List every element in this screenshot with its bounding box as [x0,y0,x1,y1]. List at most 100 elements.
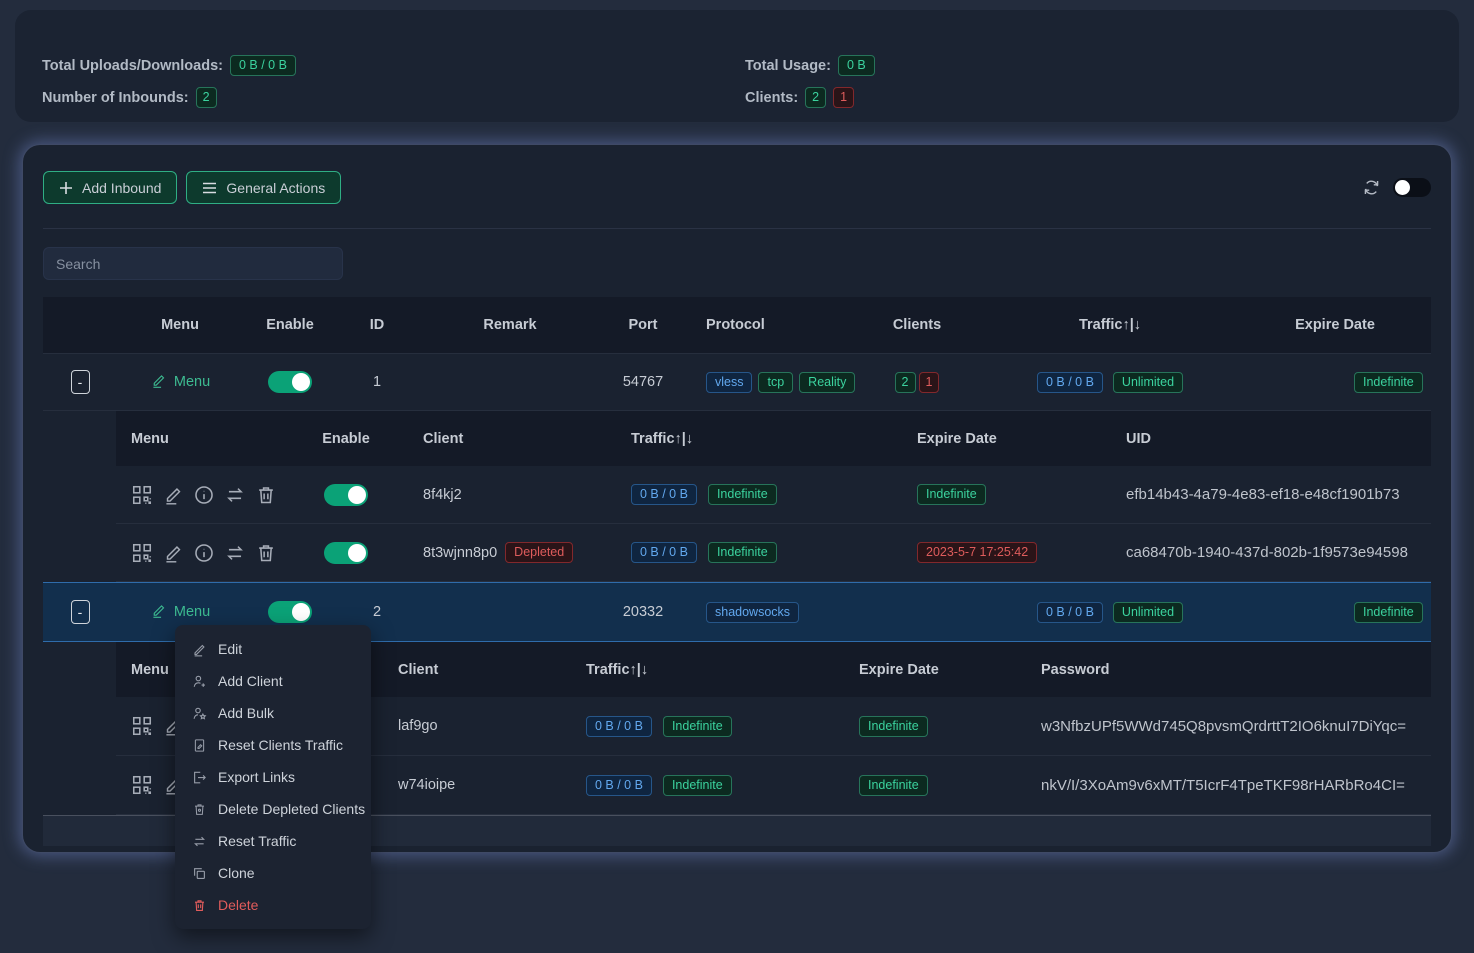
inbound-2-id: 2 [337,604,417,620]
stats-card: Total Uploads/Downloads: 0 B / 0 B Numbe… [15,10,1459,122]
inbounds-table-header: Menu Enable ID Remark Port Protocol Clie… [43,297,1431,354]
info-icon[interactable] [193,542,215,564]
inbound-1-client-table: Menu Enable Client Traffic↑|↓ Expire Dat… [116,411,1431,582]
plus-icon [59,181,73,195]
clients-label: Clients: [745,90,798,106]
qrcode-icon[interactable] [131,484,153,506]
edit-client-icon[interactable] [162,484,184,506]
delete-client-icon[interactable] [255,542,277,564]
stat-total-uploads-downloads: Total Uploads/Downloads: 0 B / 0 B [42,55,296,76]
inbound-2-menu-button[interactable]: Menu [150,602,210,623]
search-input[interactable] [43,247,343,280]
inbound-2-traffic: 0 B / 0 B Unlimited [981,602,1239,623]
context-menu-item-reset-clients-traffic[interactable]: Reset Clients Traffic [175,729,371,761]
client-row-8f4kj2[interactable]: 8f4kj2 0 B / 0 B Indefinite Indefinite e… [116,466,1431,524]
traffic-limit-badge: Indefinite [708,484,777,505]
inbound-1-enable-toggle[interactable] [268,371,312,393]
context-menu-item-edit[interactable]: Edit [175,633,371,665]
info-icon[interactable] [193,484,215,506]
users-add-icon [192,706,207,721]
context-menu-item-add-bulk[interactable]: Add Bulk [175,697,371,729]
inbound-1-protocol-tags: vless tcp Reality [683,372,853,393]
general-actions-button[interactable]: General Actions [186,171,341,204]
client-8f4kj2-traffic: 0 B / 0 B Indefinite [606,484,896,505]
stat-total-usage: Total Usage: 0 B [745,55,875,76]
client-header-uid: UID [1081,431,1431,447]
inbound-1-menu-button[interactable]: Menu [150,372,210,393]
user-add-icon [192,674,207,689]
header-clients: Clients [853,317,981,333]
qrcode-icon[interactable] [131,542,153,564]
qrcode-icon[interactable] [131,715,153,737]
copy-icon [192,866,207,881]
trash-icon [192,898,207,913]
context-menu-item-reset-traffic[interactable]: Reset Traffic [175,825,371,857]
context-menu-item-clone[interactable]: Clone [175,857,371,889]
reset-client-traffic-icon[interactable] [224,484,246,506]
edit-client-icon[interactable] [162,542,184,564]
inbound-row-1[interactable]: - Menu 1 54767 vless tcp Reality [43,354,1431,411]
client-laf9go-name: laf9go [364,718,574,734]
inbound-1-clients-active: 2 [895,372,916,393]
client-row-8t3wjnn8p0[interactable]: 8t3wjnn8p0 Depleted 0 B / 0 B Indefinite… [116,524,1431,582]
header-traffic-sortable[interactable]: Traffic↑|↓ [981,317,1239,333]
inbound-1-expire: Indefinite [1239,372,1431,393]
refresh-icon[interactable] [1362,178,1381,197]
inbound-1-expire-badge: Indefinite [1354,372,1423,393]
client-laf9go-expire: Indefinite [857,716,1036,737]
collapse-inbound-2-button[interactable]: - [71,600,90,624]
context-menu-item-delete-depleted-clients[interactable]: Delete Depleted Clients [175,793,371,825]
total-usage-value: 0 B [838,55,875,76]
number-of-inbounds-value: 2 [196,87,217,108]
header-expire-date: Expire Date [1239,317,1431,333]
inbound-1-id: 1 [337,374,417,390]
total-uploads-downloads-label: Total Uploads/Downloads: [42,58,223,74]
inbound-2-traffic-limit: Unlimited [1113,602,1183,623]
menu-bars-icon [202,182,217,194]
traffic-limit-badge: Indefinite [663,775,732,796]
client-header-menu: Menu [116,431,301,447]
traffic-limit-badge: Indefinite [708,542,777,563]
reset-client-traffic-icon[interactable] [224,542,246,564]
client-laf9go-password: w3NfbzUPf5WWd745Q8pvsmQrdrttT2IO6knuI7Di… [1036,718,1431,735]
stat-clients: Clients: 2 1 [745,87,875,108]
inbound-1-clients-depleted: 1 [919,372,940,393]
header-protocol: Protocol [683,317,853,333]
add-inbound-button[interactable]: Add Inbound [43,171,177,204]
client-8f4kj2-uid: efb14b43-4a79-4e83-ef18-e48cf1901b73 [1081,486,1431,503]
protocol-tag-vless: vless [706,372,752,393]
depleted-badge: Depleted [505,542,573,563]
header-id: ID [337,317,417,333]
client-table-1-header: Menu Enable Client Traffic↑|↓ Expire Dat… [116,411,1431,466]
collapse-inbound-1-button[interactable]: - [71,370,90,394]
export-icon [192,770,207,785]
add-inbound-label: Add Inbound [82,180,161,196]
client-header-traffic-sortable[interactable]: Traffic↑|↓ [574,662,857,678]
inbound-2-enable-toggle[interactable] [268,601,312,623]
protocol-tag-reality: Reality [799,372,855,393]
context-menu-item-add-client[interactable]: Add Client [175,665,371,697]
client-header-expire: Expire Date [896,431,1081,447]
auto-refresh-toggle[interactable] [1393,178,1431,197]
context-menu-item-delete[interactable]: Delete [175,889,371,921]
inbound-2-traffic-value: 0 B / 0 B [1037,602,1103,623]
client-header-traffic-sortable[interactable]: Traffic↑|↓ [606,431,896,447]
repeat-icon [192,834,207,849]
context-menu-item-export-links[interactable]: Export Links [175,761,371,793]
protocol-tag-shadowsocks: shadowsocks [706,602,799,623]
qrcode-icon[interactable] [131,774,153,796]
header-remark: Remark [417,317,603,333]
client-8t3wjnn8p0-enable-toggle[interactable] [324,542,368,564]
inbound-1-traffic: 0 B / 0 B Unlimited [981,372,1239,393]
client-header-expire: Expire Date [857,662,1036,678]
inbound-1-clients: 2 1 [853,372,981,393]
client-8f4kj2-expire: Indefinite [896,484,1081,505]
header-menu: Menu [117,317,243,333]
client-action-icons [131,484,277,506]
stats-left-column: Total Uploads/Downloads: 0 B / 0 B Numbe… [42,55,296,108]
number-of-inbounds-label: Number of Inbounds: [42,90,189,106]
toolbar-right [1362,178,1431,197]
delete-client-icon[interactable] [255,484,277,506]
client-header-client: Client [391,431,606,447]
client-8f4kj2-enable-toggle[interactable] [324,484,368,506]
